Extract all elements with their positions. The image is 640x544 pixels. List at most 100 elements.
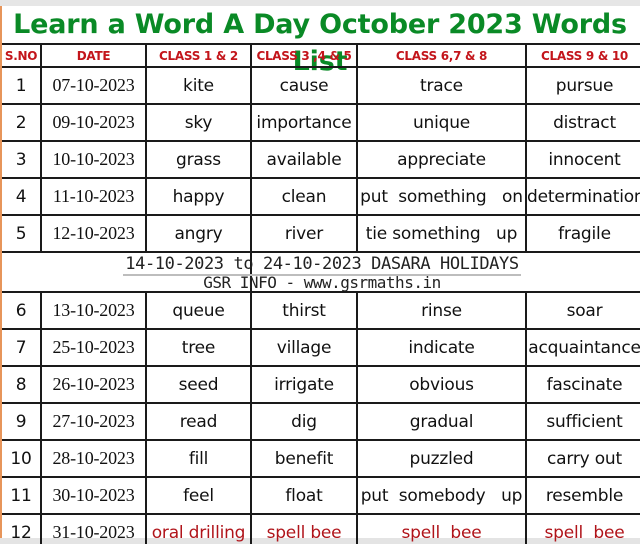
cell-class-1-2: happy (145, 177, 252, 216)
cell-class-6-7-8: tie something up (356, 214, 527, 253)
table-row: 5 12-10-2023 angry river tie something up fra… (2, 214, 640, 253)
holiday-row: 14-10-2023 to 24-10-2023 DASARA HOLIDAYS… (2, 251, 640, 293)
cell-class-3-4-5: available (250, 140, 358, 179)
cell-date: 13-10-2023 (40, 291, 147, 330)
cell-class-1-2: queue (145, 291, 252, 330)
cell-sno: 8 (2, 365, 42, 404)
cell-class-3-4-5: importance (250, 103, 358, 142)
cell-class-3-4-5: float (250, 476, 358, 515)
header-sno: S.NO (2, 43, 42, 68)
cell-class-1-2: read (145, 402, 252, 441)
cell-class-9-10: determination (525, 177, 640, 216)
table-row: 4 11-10-2023 happy clean put something on det… (2, 177, 640, 216)
cell-sno: 2 (2, 103, 42, 142)
cell-date: 27-10-2023 (40, 402, 147, 441)
table-row: 10 28-10-2023 fill benefit puzzled carry out (2, 439, 640, 478)
cell-sno: 1 (2, 66, 42, 105)
header-class-1-2: CLASS 1 & 2 (145, 43, 252, 68)
cell-class-9-10: resemble (525, 476, 640, 515)
cell-class-9-10: sufficient (525, 402, 640, 441)
holiday-section: 14-10-2023 to 24-10-2023 DASARA HOLIDAYS… (2, 251, 640, 293)
cell-class-6-7-8: gradual (356, 402, 527, 441)
cell-class-1-2: kite (145, 66, 252, 105)
cell-class-9-10: carry out (525, 439, 640, 478)
cell-sno: 10 (2, 439, 42, 478)
source-credit-text: GSR INFO - www.gsrmaths.in (203, 273, 441, 292)
cell-class-9-10: fascinate (525, 365, 640, 404)
cell-class-1-2: oral drilling (145, 513, 252, 544)
cell-class-3-4-5: cause (250, 66, 358, 105)
table-body-after-holiday: 6 13-10-2023 queue thirst rinse soar 7 25-10-20… (2, 291, 640, 544)
cell-date: 07-10-2023 (40, 66, 147, 105)
table-row: 11 30-10-2023 feel float put somebody up rese… (2, 476, 640, 515)
cell-sno: 5 (2, 214, 42, 253)
cell-class-6-7-8: obvious (356, 365, 527, 404)
table-row: 7 25-10-2023 tree village indicate acquaintan… (2, 328, 640, 367)
cell-class-1-2: fill (145, 439, 252, 478)
cell-class-3-4-5: village (250, 328, 358, 367)
cell-class-3-4-5: spell bee (250, 513, 358, 544)
cell-sno: 7 (2, 328, 42, 367)
table-row: 9 27-10-2023 read dig gradual sufficient (2, 402, 640, 441)
cell-class-6-7-8: unique (356, 103, 527, 142)
cell-class-6-7-8: indicate (356, 328, 527, 367)
cell-class-1-2: feel (145, 476, 252, 515)
cell-class-3-4-5: river (250, 214, 358, 253)
table-body-before-holiday: 1 07-10-2023 kite cause trace pursue 2 09-10-20… (2, 66, 640, 253)
cell-class-9-10: soar (525, 291, 640, 330)
cell-date: 30-10-2023 (40, 476, 147, 515)
holiday-cell: 14-10-2023 to 24-10-2023 DASARA HOLIDAYS… (2, 251, 640, 293)
cell-sno: 3 (2, 140, 42, 179)
cell-class-6-7-8: puzzled (356, 439, 527, 478)
cell-class-9-10: acquaintance (525, 328, 640, 367)
source-credit: GSR INFO - www.gsrmaths.in (2, 273, 640, 292)
cell-class-9-10: innocent (525, 140, 640, 179)
cell-sno: 4 (2, 177, 42, 216)
cell-date: 28-10-2023 (40, 439, 147, 478)
cell-class-3-4-5: irrigate (250, 365, 358, 404)
table-row: 3 10-10-2023 grass available appreciate innoc… (2, 140, 640, 179)
cell-date: 11-10-2023 (40, 177, 147, 216)
cell-class-6-7-8: put somebody up (356, 476, 527, 515)
header-date: DATE (40, 43, 147, 68)
words-table: S.NO DATE CLASS 1 & 2 CLASS 3 ,4 & 5 CLA… (2, 43, 640, 544)
table-row: 6 13-10-2023 queue thirst rinse soar (2, 291, 640, 330)
table-row: 2 09-10-2023 sky importance unique distract (2, 103, 640, 142)
cell-class-9-10: spell bee (525, 513, 640, 544)
cell-date: 25-10-2023 (40, 328, 147, 367)
table-row: 12 31-10-2023 oral drilling spell bee spell … (2, 513, 640, 544)
cell-sno: 9 (2, 402, 42, 441)
cell-sno: 6 (2, 291, 42, 330)
cell-class-6-7-8: spell bee (356, 513, 527, 544)
cell-class-9-10: distract (525, 103, 640, 142)
cell-class-6-7-8: trace (356, 66, 527, 105)
cell-class-9-10: pursue (525, 66, 640, 105)
page-title: Learn a Word A Day October 2023 Words Li… (13, 9, 627, 77)
header-class-9-10: CLASS 9 & 10 (525, 43, 640, 68)
cell-sno: 11 (2, 476, 42, 515)
table-row: 1 07-10-2023 kite cause trace pursue (2, 66, 640, 105)
cell-class-1-2: seed (145, 365, 252, 404)
cell-class-3-4-5: clean (250, 177, 358, 216)
cell-class-1-2: tree (145, 328, 252, 367)
header-class-3-4-5: CLASS 3 ,4 & 5 (250, 43, 358, 68)
cell-date: 09-10-2023 (40, 103, 147, 142)
cell-class-6-7-8: put something on (356, 177, 527, 216)
cell-class-3-4-5: dig (250, 402, 358, 441)
table-row: 8 26-10-2023 seed irrigate obvious fascinate (2, 365, 640, 404)
cell-class-6-7-8: rinse (356, 291, 527, 330)
header-row: S.NO DATE CLASS 1 & 2 CLASS 3 ,4 & 5 CLA… (2, 43, 640, 68)
cell-class-3-4-5: benefit (250, 439, 358, 478)
holiday-notice: 14-10-2023 to 24-10-2023 DASARA HOLIDAYS (2, 254, 640, 276)
cell-date: 12-10-2023 (40, 214, 147, 253)
cell-class-1-2: sky (145, 103, 252, 142)
cell-date: 31-10-2023 (40, 513, 147, 544)
cell-class-1-2: grass (145, 140, 252, 179)
cell-date: 10-10-2023 (40, 140, 147, 179)
cell-class-3-4-5: thirst (250, 291, 358, 330)
cell-class-1-2: angry (145, 214, 252, 253)
cell-date: 26-10-2023 (40, 365, 147, 404)
header-class-6-7-8: CLASS 6,7 & 8 (356, 43, 527, 68)
cell-sno: 12 (2, 513, 42, 544)
table-header: S.NO DATE CLASS 1 & 2 CLASS 3 ,4 & 5 CLA… (2, 43, 640, 68)
